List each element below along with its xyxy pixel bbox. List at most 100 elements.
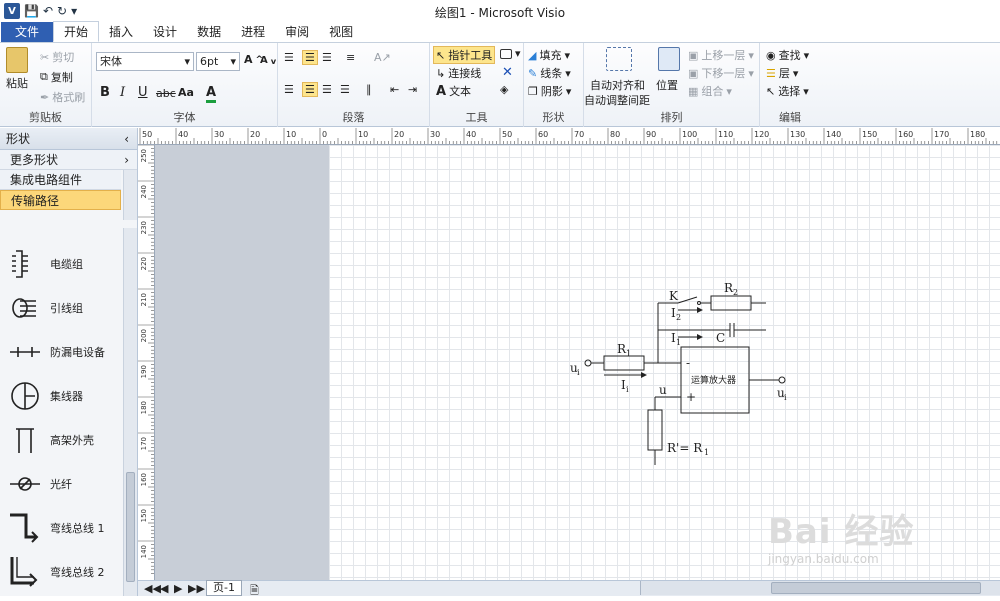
ruler-label: 30: [430, 130, 440, 139]
send-backward-button[interactable]: ▣ 下移一层 ▾: [688, 65, 754, 81]
connector-tool-button[interactable]: ↳ 连接线: [436, 65, 481, 81]
ruler-label: 0: [322, 130, 327, 139]
first-page-icon[interactable]: ◀◀: [144, 582, 161, 595]
tab-design[interactable]: 设计: [143, 22, 187, 42]
shape-item-optical-fiber[interactable]: 光纤: [8, 464, 72, 504]
shape-item-lead-group[interactable]: 引线组: [8, 288, 83, 328]
chevron-down-icon: ▾: [184, 55, 190, 68]
group-label: 组合: [701, 85, 724, 98]
change-case-button[interactable]: Aa: [178, 86, 194, 99]
output-terminal[interactable]: [778, 376, 786, 384]
horizontal-scrollbar-thumb[interactable]: [771, 582, 981, 594]
align-left-button[interactable]: ☰: [284, 83, 294, 96]
collapse-panel-icon[interactable]: ‹: [124, 128, 129, 150]
fill-button[interactable]: ◢ 填充 ▾: [528, 47, 570, 63]
paragraph-group: ☰ ☰ ☰ ≡ A↗ ☰ ☰ ☰ ☰ ∥ ⇤ ⇥ 段落: [278, 43, 430, 127]
align-top-button[interactable]: ☰: [284, 51, 294, 64]
bring-forward-button[interactable]: ▣ 上移一层 ▾: [688, 47, 754, 63]
shape-item-bent-bus-1[interactable]: 弯线总线 1: [8, 508, 105, 548]
edit-group-label: 编辑: [779, 111, 801, 124]
font-color-button[interactable]: A: [206, 85, 217, 103]
stencil-transmission-path[interactable]: 传输路径: [0, 190, 121, 210]
rectangle-tool-button[interactable]: ▾: [500, 47, 521, 60]
font-size-select[interactable]: 6pt ▾: [196, 52, 240, 71]
text-tool-button[interactable]: A 文本: [436, 83, 471, 99]
strikethrough-button[interactable]: abc: [156, 87, 176, 100]
shape-item-bent-bus-2[interactable]: 弯线总线 2: [8, 552, 105, 592]
ribbon-tabs: 文件 开始 插入 设计 数据 进程 审阅 视图: [0, 21, 1000, 43]
close-icon[interactable]: ✕: [502, 65, 513, 80]
shadow-button[interactable]: ❐ 阴影 ▾: [528, 83, 571, 99]
shape-item-hub[interactable]: 集线器: [8, 376, 83, 416]
auto-align-button[interactable]: 自动对齐和: [590, 77, 645, 93]
shape-item-leakage-protector[interactable]: 防漏电设备: [8, 332, 105, 372]
font-name-select[interactable]: 宋体 ▾: [96, 52, 194, 71]
line-pen-icon: ✎: [528, 66, 538, 80]
tab-insert[interactable]: 插入: [99, 22, 143, 42]
tab-review[interactable]: 审阅: [275, 22, 319, 42]
cut-button[interactable]: ✂ 剪切: [40, 49, 74, 65]
insert-page-icon[interactable]: 🗎: [250, 582, 259, 601]
switch-k[interactable]: [677, 296, 698, 304]
select-button[interactable]: ↖ 选择 ▾: [766, 83, 809, 99]
stencil-scrollbar[interactable]: [123, 170, 137, 220]
ruler-label: 100: [682, 130, 697, 139]
pointer-tool-button[interactable]: ↖ 指针工具: [433, 46, 496, 64]
customize-qat-icon[interactable]: ▾: [71, 4, 77, 18]
bullets-button[interactable]: ≡: [346, 51, 355, 64]
shapes-scrollbar[interactable]: [123, 228, 137, 596]
text-direction-button[interactable]: ∥: [366, 83, 372, 96]
paste-button[interactable]: 粘贴: [6, 47, 28, 91]
shape-item-label: 光纤: [50, 478, 72, 491]
ruler-label: 140: [140, 545, 148, 558]
underline-button[interactable]: U: [138, 85, 148, 100]
stencil-integrated-circuit[interactable]: 集成电路组件: [0, 170, 121, 190]
align-center-button[interactable]: ☰: [302, 82, 318, 97]
redo-icon[interactable]: ↻: [57, 4, 67, 18]
resistor-r-prime[interactable]: [647, 409, 663, 451]
align-right-button[interactable]: ☰: [322, 83, 332, 96]
tab-process[interactable]: 进程: [231, 22, 275, 42]
more-shapes-button[interactable]: 更多形状 ›: [0, 150, 137, 170]
resistor-r1[interactable]: [603, 355, 645, 371]
page-tab-1[interactable]: 页-1: [206, 580, 242, 596]
position-button[interactable]: 位置: [656, 77, 678, 93]
shrink-font-button[interactable]: Av: [260, 55, 276, 66]
italic-button[interactable]: I: [120, 85, 125, 100]
layer-button[interactable]: ☰ 层 ▾: [766, 65, 798, 81]
align-middle-button[interactable]: ☰: [302, 50, 318, 65]
input-terminal[interactable]: [584, 359, 592, 367]
cable-group-icon: [12, 250, 28, 278]
resistor-r2[interactable]: [710, 295, 752, 311]
auto-space-button[interactable]: 自动调整间距: [584, 92, 650, 108]
next-page-icon[interactable]: ▶: [174, 582, 182, 595]
horizontal-scrollbar[interactable]: [640, 581, 1000, 595]
shapes-scrollbar-thumb[interactable]: [126, 472, 135, 582]
connection-point-icon[interactable]: ◈: [500, 83, 508, 96]
shape-item-cable-group[interactable]: 电缆组: [8, 244, 83, 284]
justify-button[interactable]: ☰: [340, 83, 350, 96]
paragraph-group-label: 段落: [342, 111, 365, 124]
prev-page-icon[interactable]: ◀: [160, 582, 168, 595]
chevron-right-icon: ›: [124, 153, 129, 167]
line-button[interactable]: ✎ 线条 ▾: [528, 65, 571, 81]
tab-home[interactable]: 开始: [53, 21, 100, 42]
tab-file[interactable]: 文件: [1, 22, 54, 42]
tab-data[interactable]: 数据: [187, 22, 231, 42]
increase-indent-button[interactable]: ⇥: [408, 83, 417, 96]
text-rotate-button[interactable]: A↗: [374, 51, 391, 64]
undo-icon[interactable]: ↶: [43, 4, 53, 18]
format-painter-button[interactable]: ✒ 格式刷: [40, 89, 85, 105]
last-page-icon[interactable]: ▶▶: [188, 582, 205, 595]
decrease-indent-button[interactable]: ⇤: [390, 83, 399, 96]
visio-app-icon[interactable]: V: [4, 3, 20, 19]
align-bottom-button[interactable]: ☰: [322, 51, 332, 64]
shape-item-overhead-enclosure[interactable]: 高架外壳: [8, 420, 94, 460]
group-button[interactable]: ▦ 组合 ▾: [688, 83, 732, 99]
save-icon[interactable]: 💾: [24, 4, 39, 18]
drawing-page[interactable]: K R 2 I 2 I 1 C R 1 u i I i - + 运算放大器 u …: [329, 145, 1000, 580]
bold-button[interactable]: B: [100, 85, 110, 100]
tab-view[interactable]: 视图: [319, 22, 363, 42]
copy-button[interactable]: ⧉ 复制: [40, 69, 73, 85]
find-button[interactable]: ◉ 查找 ▾: [766, 47, 809, 63]
